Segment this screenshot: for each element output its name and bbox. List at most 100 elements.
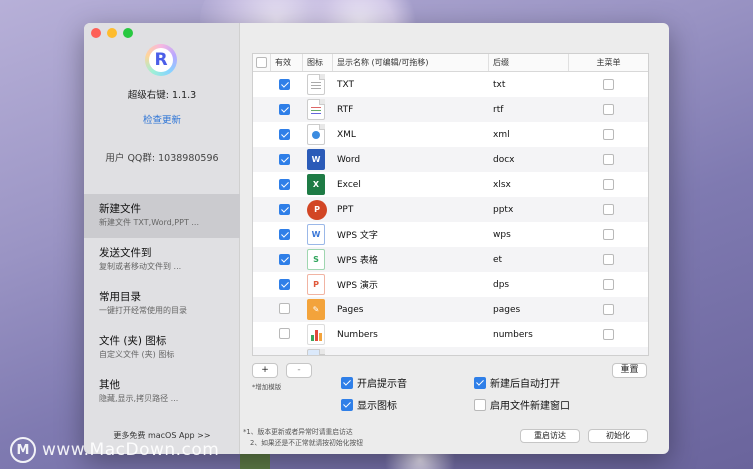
sidebar-item-new-file[interactable]: 新建文件 新建文件 TXT,Word,PPT ... [84,194,240,238]
column-header-ext[interactable]: 后缀 [489,54,569,71]
file-icon [307,349,325,355]
enabled-checkbox[interactable] [279,253,290,265]
wps-writer-icon: W [307,224,325,245]
table-row[interactable] [253,347,648,355]
option-sound[interactable]: 开启提示音 [341,375,407,390]
file-type-name[interactable]: Word [333,155,489,165]
table-row[interactable]: P WPS 演示 dps [253,272,648,297]
option-label: 开启提示音 [357,379,407,390]
file-type-name[interactable]: WPS 表格 [333,253,489,266]
main-menu-checkbox[interactable] [603,154,614,165]
column-header-main-menu[interactable]: 主菜单 [569,54,648,71]
restart-finder-button[interactable]: 重启访达 [520,429,580,443]
table-row[interactable]: W WPS 文字 wps [253,222,648,247]
qq-group-text: 用户 QQ群: 1038980596 [105,153,219,164]
add-template-hint: *增加模版 [252,383,282,391]
check-update-link[interactable]: 检查更新 [84,112,240,126]
main-menu-checkbox[interactable] [603,179,614,190]
sound-checkbox[interactable] [341,376,353,389]
sidebar-item-title: 其他 [99,379,120,391]
file-type-name[interactable]: Excel [333,180,489,190]
option-show-icon[interactable]: 显示图标 [341,397,397,412]
column-header-icon[interactable]: 图标 [303,54,333,71]
enabled-checkbox[interactable] [279,153,290,165]
option-new-window[interactable]: 启用文件新建窗口 [474,397,570,412]
column-header-name[interactable]: 显示名称 (可编辑/可拖移) [333,54,489,71]
main-menu-checkbox[interactable] [603,129,614,140]
main-menu-checkbox[interactable] [603,254,614,265]
enabled-checkbox[interactable] [279,327,290,339]
note-line-2: 2、如果还是不正常就请按初始化按钮 [250,439,364,447]
enabled-checkbox[interactable] [279,203,290,215]
table-row[interactable]: X Excel xlsx [253,172,648,197]
option-auto-open[interactable]: 新建后自动打开 [474,375,560,390]
table-row[interactable]: P PPT pptx [253,197,648,222]
enabled-checkbox[interactable] [279,178,290,190]
file-type-ext: pages [493,304,521,315]
table-row[interactable]: Numbers numbers [253,322,648,347]
show-icon-checkbox[interactable] [341,398,353,411]
enabled-checkbox[interactable] [279,103,290,115]
table-row[interactable]: RTF rtf [253,97,648,122]
main-menu-checkbox[interactable] [603,104,614,115]
main-menu-checkbox[interactable] [603,304,614,315]
file-types-table: 有效 图标 显示名称 (可编辑/可拖移) 后缀 主菜单 TXT txt RTF … [252,53,649,356]
app-logo-icon: R [145,44,177,76]
file-type-name[interactable]: WPS 文字 [333,228,489,241]
option-label: 启用文件新建窗口 [490,401,570,412]
main-menu-checkbox[interactable] [603,279,614,290]
minimize-window-button[interactable] [107,28,117,38]
reset-button[interactable]: 重置 [612,363,647,378]
sidebar-item-title: 文件 (夹) 图标 [99,335,167,347]
file-type-ext: wps [493,229,511,240]
file-type-name[interactable]: PPT [333,205,489,215]
txt-file-icon [307,74,325,95]
file-type-name[interactable]: RTF [333,105,489,115]
zoom-window-button[interactable] [123,28,133,38]
file-type-name[interactable]: TXT [333,80,489,90]
sidebar-item-title: 发送文件到 [99,247,152,259]
main-menu-checkbox[interactable] [603,229,614,240]
table-row[interactable]: W Word docx [253,147,648,172]
remove-template-button[interactable]: - [286,363,312,378]
sidebar-item-common-dirs[interactable]: 常用目录 一键打开经常使用的目录 [84,282,240,326]
file-type-name[interactable]: Numbers [333,330,489,340]
table-header: 有效 图标 显示名称 (可编辑/可拖移) 后缀 主菜单 [253,54,648,72]
sidebar-item-send-to[interactable]: 发送文件到 复制或者移动文件到 ... [84,238,240,282]
file-type-name[interactable]: Pages [333,305,489,315]
main-menu-checkbox[interactable] [603,329,614,340]
column-header-enabled[interactable]: 有效 [271,54,303,71]
excel-icon: X [307,174,325,195]
add-template-button[interactable]: + [252,363,278,378]
main-menu-checkbox[interactable] [603,79,614,90]
sidebar-item-other[interactable]: 其他 隐藏,显示,拷贝路径 ... [84,370,240,414]
table-row[interactable]: TXT txt [253,72,648,97]
close-window-button[interactable] [91,28,101,38]
file-type-ext: pptx [493,204,514,215]
enabled-checkbox[interactable] [279,228,290,240]
table-row[interactable]: ✎ Pages pages [253,297,648,322]
table-row[interactable]: XML xml [253,122,648,147]
auto-open-checkbox[interactable] [474,376,486,389]
file-type-ext: rtf [493,104,504,115]
enabled-checkbox[interactable] [279,128,290,140]
sidebar-item-subtitle: 新建文件 TXT,Word,PPT ... [99,218,200,227]
file-type-name[interactable]: XML [333,130,489,140]
ppt-icon: P [307,199,327,220]
enabled-checkbox[interactable] [279,302,290,314]
sidebar-item-subtitle: 自定义文件 (夹) 图标 [99,350,175,359]
watermark-text: www.MacDown.com [42,440,220,460]
file-type-name[interactable]: WPS 演示 [333,278,489,291]
xml-file-icon [307,124,325,145]
table-row[interactable]: S WPS 表格 et [253,247,648,272]
main-menu-checkbox[interactable] [603,204,614,215]
sidebar-item-folder-icon[interactable]: 文件 (夹) 图标 自定义文件 (夹) 图标 [84,326,240,370]
initialize-button[interactable]: 初始化 [588,429,648,443]
file-type-ext: dps [493,279,510,290]
enabled-checkbox[interactable] [279,278,290,290]
note-line-1: *1、版本更新或者异常时请重启访达 [243,428,353,436]
new-window-checkbox[interactable] [474,398,486,411]
select-all-checkbox[interactable] [256,57,267,68]
app-window: R 超级右键: 1.1.3 检查更新 用户 QQ群: 1038980596 新建… [84,23,669,454]
enabled-checkbox[interactable] [279,78,290,90]
